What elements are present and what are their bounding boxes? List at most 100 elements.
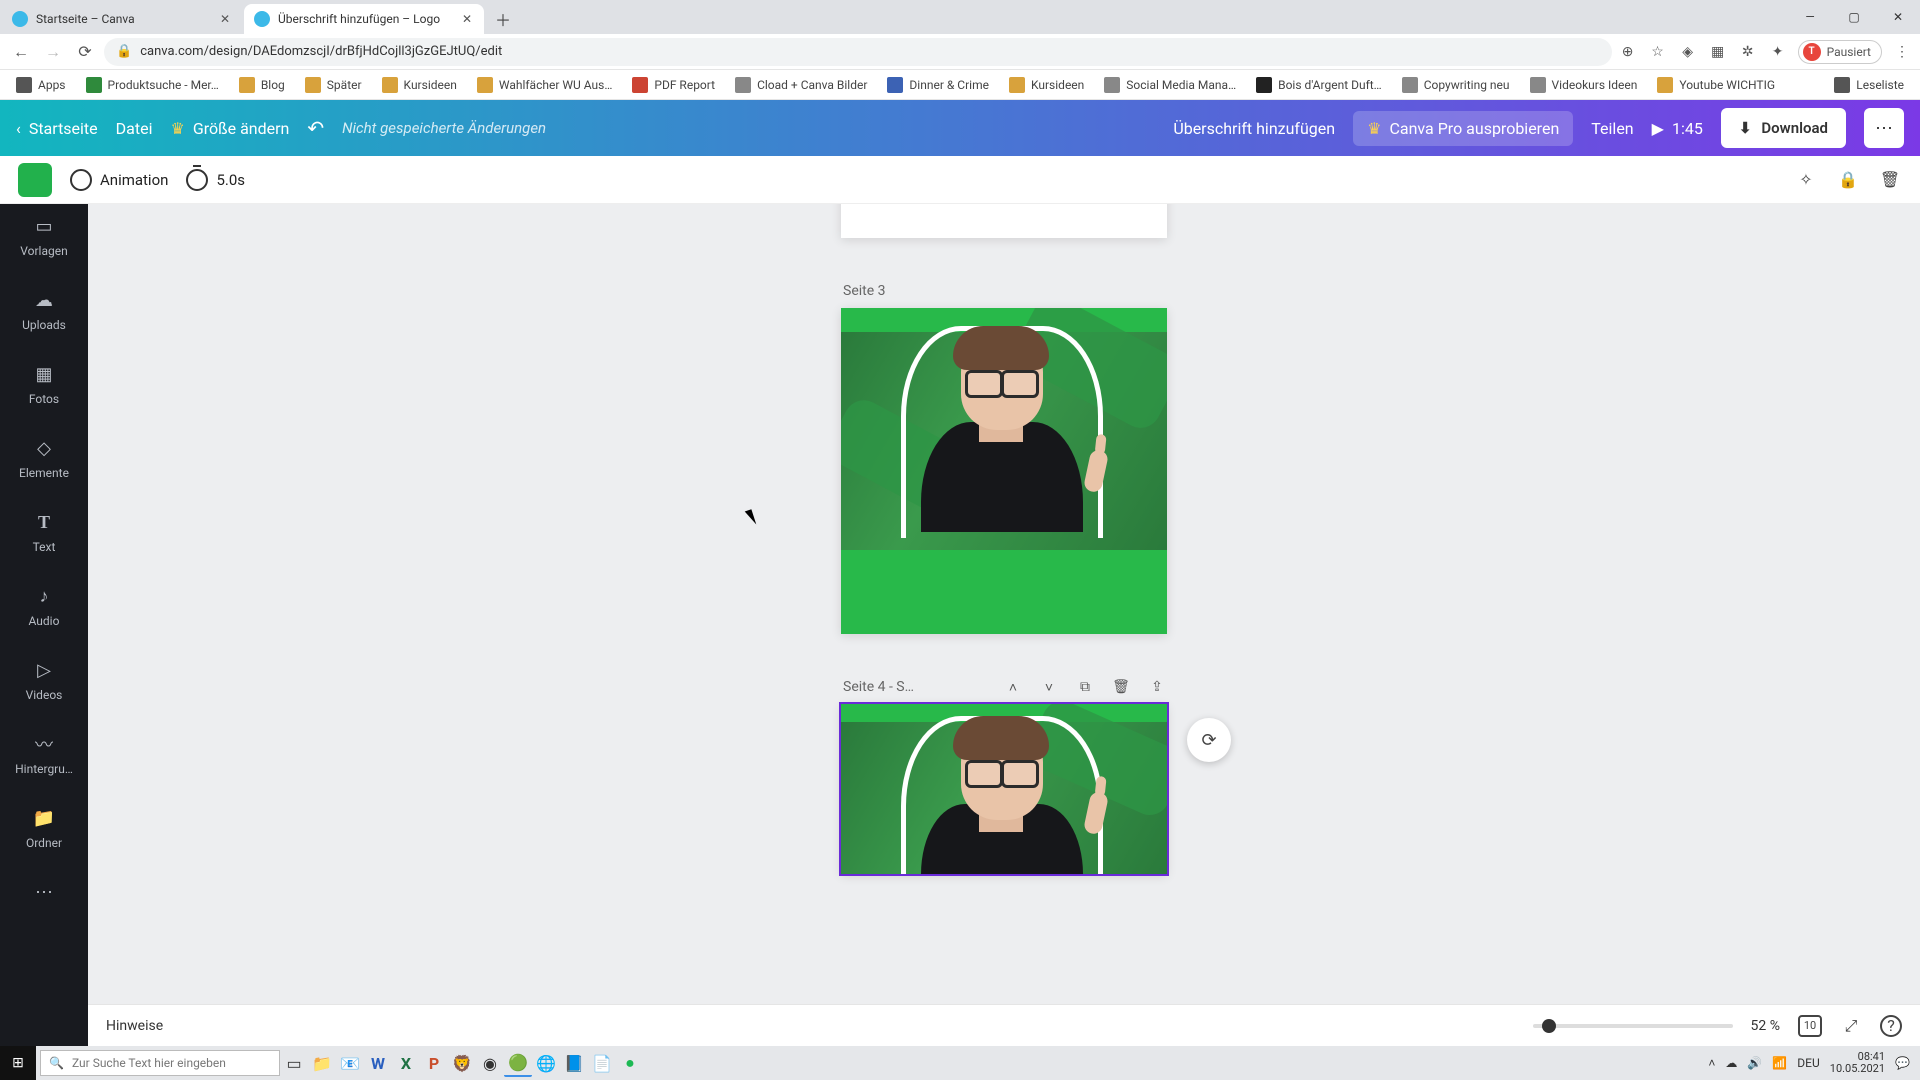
color-swatch-button[interactable] xyxy=(18,163,52,197)
nav-text[interactable]: TText xyxy=(0,506,88,558)
page-delete-icon[interactable]: 🗑 xyxy=(1111,677,1131,697)
canvas-stage[interactable]: Seite 3 xyxy=(88,204,1920,1046)
brave-icon[interactable]: 🦁 xyxy=(448,1049,476,1077)
app-icon-2[interactable]: 📄 xyxy=(588,1049,616,1077)
tray-cloud-icon[interactable]: ☁ xyxy=(1725,1056,1737,1070)
apps-button[interactable]: Apps xyxy=(8,73,74,97)
profile-chip[interactable]: T Pausiert xyxy=(1798,40,1882,64)
bookmark-item[interactable]: Social Media Mana… xyxy=(1096,73,1244,97)
extensions-icon[interactable]: ✦ xyxy=(1768,42,1788,62)
bookmark-item[interactable]: Kursideen xyxy=(1001,73,1092,97)
document-title[interactable]: Überschrift hinzufügen xyxy=(1173,119,1335,138)
window-minimize-button[interactable]: — xyxy=(1788,0,1832,34)
powerpoint-icon[interactable]: P xyxy=(420,1049,448,1077)
bookmark-item[interactable]: Später xyxy=(297,73,370,97)
window-maximize-button[interactable]: ▢ xyxy=(1832,0,1876,34)
effects-icon[interactable]: ✧ xyxy=(1794,168,1818,192)
nav-folders[interactable]: 📁Ordner xyxy=(0,802,88,854)
zoom-value[interactable]: 52 % xyxy=(1751,1018,1780,1034)
page-share-icon[interactable]: ⇪ xyxy=(1147,677,1167,697)
new-tab-button[interactable]: ＋ xyxy=(490,6,516,32)
more-menu-button[interactable]: ⋯ xyxy=(1864,108,1904,148)
spotify-icon[interactable]: ● xyxy=(616,1049,644,1077)
bookmark-item[interactable]: Cload + Canva Bilder xyxy=(727,73,875,97)
word-icon[interactable]: W xyxy=(364,1049,392,1077)
task-view-icon[interactable]: ▭ xyxy=(280,1049,308,1077)
page-duplicate-icon[interactable]: ⧉ xyxy=(1075,677,1095,697)
nav-elements[interactable]: ◇Elemente xyxy=(0,432,88,484)
tab-close-icon[interactable]: ✕ xyxy=(218,12,232,26)
bookmark-item[interactable]: Copywriting neu xyxy=(1394,73,1518,97)
page-2[interactable] xyxy=(841,204,1167,238)
excel-icon[interactable]: X xyxy=(392,1049,420,1077)
nav-background[interactable]: 〰Hintergru… xyxy=(0,728,88,780)
tab-close-icon[interactable]: ✕ xyxy=(460,12,474,26)
nav-uploads[interactable]: ☁Uploads xyxy=(0,284,88,336)
play-button[interactable]: ▶1:45 xyxy=(1652,119,1703,138)
bookmark-item[interactable]: Dinner & Crime xyxy=(879,73,997,97)
bookmark-item[interactable]: Produktsuche - Mer… xyxy=(78,73,227,97)
share-button[interactable]: Teilen xyxy=(1591,119,1633,138)
bookmark-item[interactable]: Bois d'Argent Duft… xyxy=(1248,73,1390,97)
browser-tab-1[interactable]: Startseite – Canva ✕ xyxy=(2,4,242,34)
nav-photos[interactable]: ▦Fotos xyxy=(0,358,88,410)
try-pro-button[interactable]: ♛Canva Pro ausprobieren xyxy=(1353,111,1573,146)
zoom-thumb[interactable] xyxy=(1542,1019,1556,1033)
edge-icon[interactable]: 🌐 xyxy=(532,1049,560,1077)
page-3[interactable] xyxy=(841,308,1167,634)
bookmark-item[interactable]: Videokurs Ideen xyxy=(1522,73,1646,97)
ext-icon-2[interactable]: ▦ xyxy=(1708,42,1728,62)
nav-templates[interactable]: ▭Vorlagen xyxy=(0,210,88,262)
zoom-slider[interactable] xyxy=(1533,1024,1733,1028)
browser-tab-2[interactable]: Überschrift hinzufügen – Logo ✕ xyxy=(244,4,484,34)
tray-volume-icon[interactable]: 🔊 xyxy=(1747,1056,1762,1070)
ext-icon-3[interactable]: ✲ xyxy=(1738,42,1758,62)
page-move-up-icon[interactable]: ˄ xyxy=(1003,677,1023,697)
tray-notification-icon[interactable]: 💬 xyxy=(1895,1056,1910,1070)
bookmark-item[interactable]: PDF Report xyxy=(624,73,723,97)
resize-button[interactable]: ♛Größe ändern xyxy=(170,119,289,138)
fullscreen-icon[interactable]: ⤢ xyxy=(1840,1015,1862,1037)
bookmark-item[interactable]: Wahlfächer WU Aus… xyxy=(469,73,621,97)
page-count-button[interactable]: 10 xyxy=(1798,1015,1822,1037)
tray-clock[interactable]: 08:41 10.05.2021 xyxy=(1830,1051,1885,1075)
page-4[interactable] xyxy=(841,704,1167,874)
bookmark-item[interactable]: Blog xyxy=(231,73,293,97)
home-button[interactable]: ‹Startseite xyxy=(16,119,98,138)
nav-reload-button[interactable]: ⟳ xyxy=(72,39,98,65)
tray-wifi-icon[interactable]: 📶 xyxy=(1772,1056,1787,1070)
notes-button[interactable]: Hinweise xyxy=(106,1018,163,1034)
lock-icon[interactable]: 🔒 xyxy=(1836,168,1860,192)
nav-more[interactable]: ⋯ xyxy=(0,876,88,908)
nav-forward-button[interactable]: → xyxy=(40,39,66,65)
file-menu[interactable]: Datei xyxy=(116,119,153,138)
nav-back-button[interactable]: ← xyxy=(8,39,34,65)
obs-icon[interactable]: ◉ xyxy=(476,1049,504,1077)
bookmark-star-icon[interactable]: ☆ xyxy=(1648,42,1668,62)
help-icon[interactable]: ? xyxy=(1880,1015,1902,1037)
ext-icon-1[interactable]: ◈ xyxy=(1678,42,1698,62)
taskbar-search[interactable]: 🔍 Zur Suche Text hier eingeben xyxy=(40,1050,280,1076)
explorer-icon[interactable]: 📁 xyxy=(308,1049,336,1077)
browser-menu-icon[interactable]: ⋮ xyxy=(1892,42,1912,62)
download-button[interactable]: ⬇Download xyxy=(1721,108,1846,148)
undo-button[interactable]: ↶ xyxy=(307,116,324,140)
bookmark-item[interactable]: Youtube WICHTIG xyxy=(1649,73,1783,97)
animation-button[interactable]: Animation xyxy=(70,169,168,191)
chrome-icon[interactable]: 🟢 xyxy=(504,1049,532,1077)
start-button[interactable]: ⊞ xyxy=(0,1046,36,1080)
app-icon-1[interactable]: 📘 xyxy=(560,1049,588,1077)
page-move-down-icon[interactable]: ˅ xyxy=(1039,677,1059,697)
tray-chevron-icon[interactable]: ˄ xyxy=(1708,1056,1715,1070)
nav-videos[interactable]: ▷Videos xyxy=(0,654,88,706)
tray-lang[interactable]: DEU xyxy=(1797,1056,1819,1070)
window-close-button[interactable]: ✕ xyxy=(1876,0,1920,34)
mail-icon[interactable]: 📧 xyxy=(336,1049,364,1077)
zoom-icon[interactable]: ⊕ xyxy=(1618,42,1638,62)
trash-icon[interactable]: 🗑 xyxy=(1878,168,1902,192)
regenerate-button[interactable]: ⟳ xyxy=(1187,718,1231,762)
duration-button[interactable]: 5.0s xyxy=(186,169,245,191)
bookmark-item[interactable]: Kursideen xyxy=(374,73,465,97)
address-bar[interactable]: 🔒 canva.com/design/DAEdomzscjI/drBfjHdCo… xyxy=(104,38,1612,66)
nav-audio[interactable]: ♪Audio xyxy=(0,580,88,632)
